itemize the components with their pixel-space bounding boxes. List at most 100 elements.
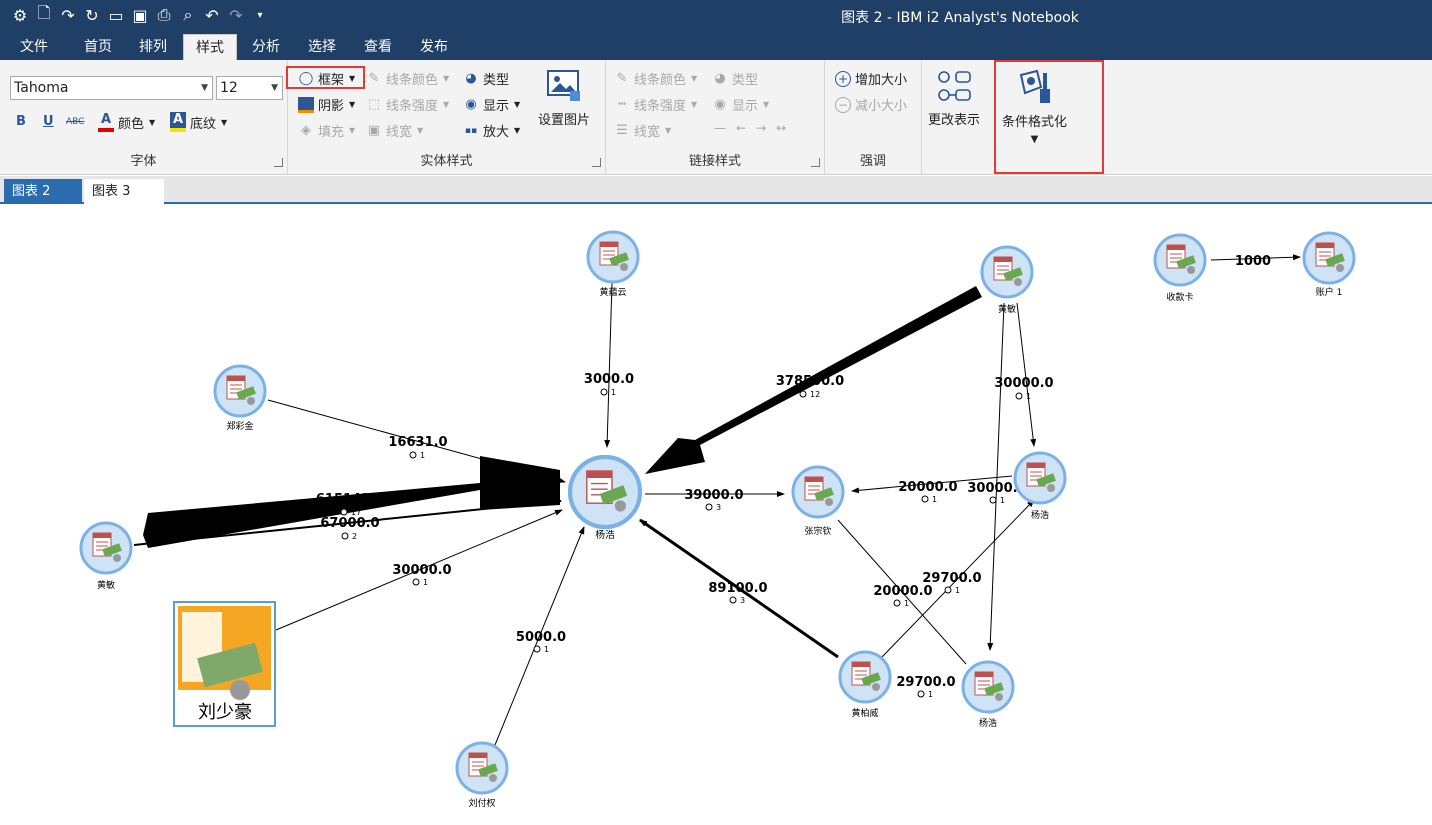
line-strength-label: 线条强度 bbox=[386, 99, 439, 114]
arrow-direction-buttons[interactable]: — ← → ↔ bbox=[714, 121, 786, 135]
entity-line-strength-button[interactable]: ⬚ 线条强度 ▼ bbox=[366, 95, 449, 115]
group-label: 链接样式 bbox=[688, 154, 741, 169]
link-amount-label[interactable]: 1000 bbox=[1235, 254, 1271, 269]
node-label: 黄柏威 bbox=[851, 707, 878, 719]
account-node[interactable]: 杨浩 bbox=[1013, 451, 1067, 521]
entity-type-button[interactable]: ◕ 类型 bbox=[463, 69, 509, 89]
entity-line-color-button[interactable]: ✎ 线条颜色 ▼ bbox=[366, 69, 450, 89]
change-representation-button[interactable]: 更改表示 bbox=[928, 69, 980, 128]
font-color-button[interactable]: A 颜色 ▼ bbox=[98, 112, 155, 132]
print-icon[interactable]: ⎙ bbox=[154, 4, 174, 26]
link-count-dot bbox=[729, 596, 737, 604]
dialog-launcher-icon[interactable] bbox=[592, 158, 601, 167]
font-name-combo[interactable]: Tahoma ▼ bbox=[10, 76, 213, 100]
left-arrow-icon[interactable]: ← bbox=[736, 121, 746, 135]
shading-button[interactable]: A 底纹 ▼ bbox=[170, 112, 227, 132]
settings-icon[interactable]: ⚙ bbox=[10, 4, 30, 26]
shadow-label: 阴影 bbox=[318, 99, 345, 114]
line-width-label: 线宽 bbox=[386, 125, 413, 140]
eye-icon: ◉ bbox=[465, 96, 477, 112]
account-node[interactable]: 杨浩 bbox=[961, 660, 1015, 729]
link-chart[interactable]: 3000.0 16631.0 615142.0 67000.0 30000.0 … bbox=[0, 205, 1432, 821]
highlight-conditional-format-box bbox=[994, 60, 1104, 174]
fill-button[interactable]: ◈ 填充 ▼ bbox=[298, 121, 355, 141]
no-arrow-icon[interactable]: — bbox=[714, 121, 726, 135]
tab-style[interactable]: 样式 bbox=[183, 34, 237, 60]
link-line[interactable] bbox=[1016, 302, 1037, 447]
ribbon: Tahoma ▼ 12 ▼ B U ABC A 颜色 ▼ A 底纹 ▼ 字体 ◯ 框架… bbox=[0, 60, 1432, 175]
link-line-strength-button[interactable]: ┅ 线条强度 ▼ bbox=[614, 95, 698, 115]
entity-line-width-button[interactable]: ▣ 线宽 ▼ bbox=[366, 121, 423, 141]
account-node[interactable]: 张宗钦 bbox=[791, 465, 845, 537]
link-amount-label[interactable]: 67000.0 bbox=[320, 516, 379, 531]
node-label: 收款卡 bbox=[1166, 291, 1193, 303]
link-line-width-button[interactable]: ☰ 线宽 ▼ bbox=[614, 121, 671, 141]
redo-hand-icon[interactable]: ↻ bbox=[82, 4, 102, 26]
account-node[interactable]: 黄柏威 bbox=[838, 650, 892, 719]
tab-home[interactable]: 首页 bbox=[72, 34, 124, 60]
account-node[interactable]: 黄蕴云 bbox=[586, 230, 640, 298]
chart-canvas[interactable]: 3000.0 16631.0 615142.0 67000.0 30000.0 … bbox=[0, 205, 1432, 821]
dropdown-icon: ▼ bbox=[221, 117, 228, 127]
underline-button[interactable]: U bbox=[43, 114, 54, 129]
search-icon[interactable]: ⌕ bbox=[178, 4, 198, 26]
enlarge-button[interactable]: ▪▪ 放大 ▼ bbox=[463, 121, 520, 140]
redo-icon[interactable]: ↷ bbox=[226, 4, 246, 26]
link-line[interactable] bbox=[604, 282, 613, 448]
increase-size-button[interactable]: + 增加大小 bbox=[835, 69, 907, 88]
account-node[interactable]: 刘付权 bbox=[455, 741, 509, 809]
link-amount-label[interactable]: 30000.0 bbox=[994, 376, 1053, 391]
tab-analysis[interactable]: 分析 bbox=[240, 34, 292, 60]
image-node[interactable]: 刘少豪 bbox=[173, 601, 276, 727]
customize-icon[interactable]: ▾ bbox=[250, 4, 270, 26]
link-amount-label[interactable]: 5000.0 bbox=[516, 630, 566, 645]
link-type-button[interactable]: ◕ 类型 bbox=[712, 69, 758, 89]
shadow-button[interactable]: 阴影 ▼ bbox=[298, 95, 355, 114]
link-amount-label[interactable]: 3000.0 bbox=[584, 372, 634, 387]
tab-select[interactable]: 选择 bbox=[296, 34, 348, 60]
dialog-launcher-icon[interactable] bbox=[811, 158, 820, 167]
account-node-center[interactable]: 杨浩 bbox=[570, 457, 640, 541]
entity-display-button[interactable]: ◉ 显示 ▼ bbox=[463, 95, 520, 115]
bold-button[interactable]: B bbox=[16, 114, 26, 129]
account-node[interactable]: 郑彩金 bbox=[213, 364, 267, 432]
link-line-color-button[interactable]: ✎ 线条颜色 ▼ bbox=[614, 69, 698, 89]
undo-icon[interactable]: ↶ bbox=[202, 4, 222, 26]
account-node[interactable]: 黄敏 bbox=[79, 521, 133, 591]
link-amount-label[interactable]: 29700.0 bbox=[896, 675, 955, 690]
account-node[interactable]: 收款卡 bbox=[1153, 233, 1207, 303]
strikethrough-button[interactable]: ABC bbox=[66, 117, 84, 127]
save-icon[interactable]: ▣ bbox=[130, 4, 150, 26]
right-arrow-icon[interactable]: → bbox=[756, 121, 766, 135]
tab-chart-3[interactable]: 图表 3 bbox=[84, 179, 164, 204]
tab-chart-2[interactable]: 图表 2 ✕ bbox=[4, 179, 82, 224]
link-amount-label[interactable]: 378500.0 bbox=[776, 374, 844, 389]
redo-arc-icon[interactable]: ↷ bbox=[58, 4, 78, 26]
account-node[interactable]: 黄敏 bbox=[980, 245, 1034, 315]
set-image-button[interactable]: 设置图片 bbox=[538, 69, 590, 128]
new-icon[interactable]: 🗋 bbox=[34, 3, 54, 26]
link-count-label: 1 bbox=[928, 690, 933, 699]
link-count-dot bbox=[533, 645, 541, 653]
link-amount-label[interactable]: 615142.0 bbox=[316, 492, 384, 507]
open-folder-icon[interactable]: ▭ bbox=[106, 4, 126, 26]
link-amount-label[interactable]: 39000.0 bbox=[684, 488, 743, 503]
tab-view[interactable]: 查看 bbox=[352, 34, 404, 60]
dropdown-icon: ▼ bbox=[691, 100, 698, 109]
tab-arrange[interactable]: 排列 bbox=[127, 34, 179, 60]
link-amount-label[interactable]: 29700.0 bbox=[922, 571, 981, 586]
tab-file[interactable]: 文件 bbox=[8, 34, 60, 60]
link-amount-label[interactable]: 16631.0 bbox=[388, 435, 447, 450]
link-display-button[interactable]: ◉ 显示 ▼ bbox=[712, 95, 769, 115]
tab-publish[interactable]: 发布 bbox=[408, 34, 460, 60]
font-size-combo[interactable]: 12 ▼ bbox=[216, 76, 283, 100]
both-arrows-icon[interactable]: ↔ bbox=[776, 121, 786, 135]
link-amount-label[interactable]: 20000.0 bbox=[898, 480, 957, 495]
decrease-size-button[interactable]: − 减小大小 bbox=[835, 95, 907, 114]
dialog-launcher-icon[interactable] bbox=[274, 158, 283, 167]
node-label: 黄敏 bbox=[97, 579, 115, 591]
link-amount-label[interactable]: 89100.0 bbox=[708, 581, 767, 596]
link-amount-label[interactable]: 20000.0 bbox=[873, 584, 932, 599]
account-node[interactable]: 账户 1 bbox=[1302, 231, 1356, 298]
link-amount-label[interactable]: 30000.0 bbox=[392, 563, 451, 578]
